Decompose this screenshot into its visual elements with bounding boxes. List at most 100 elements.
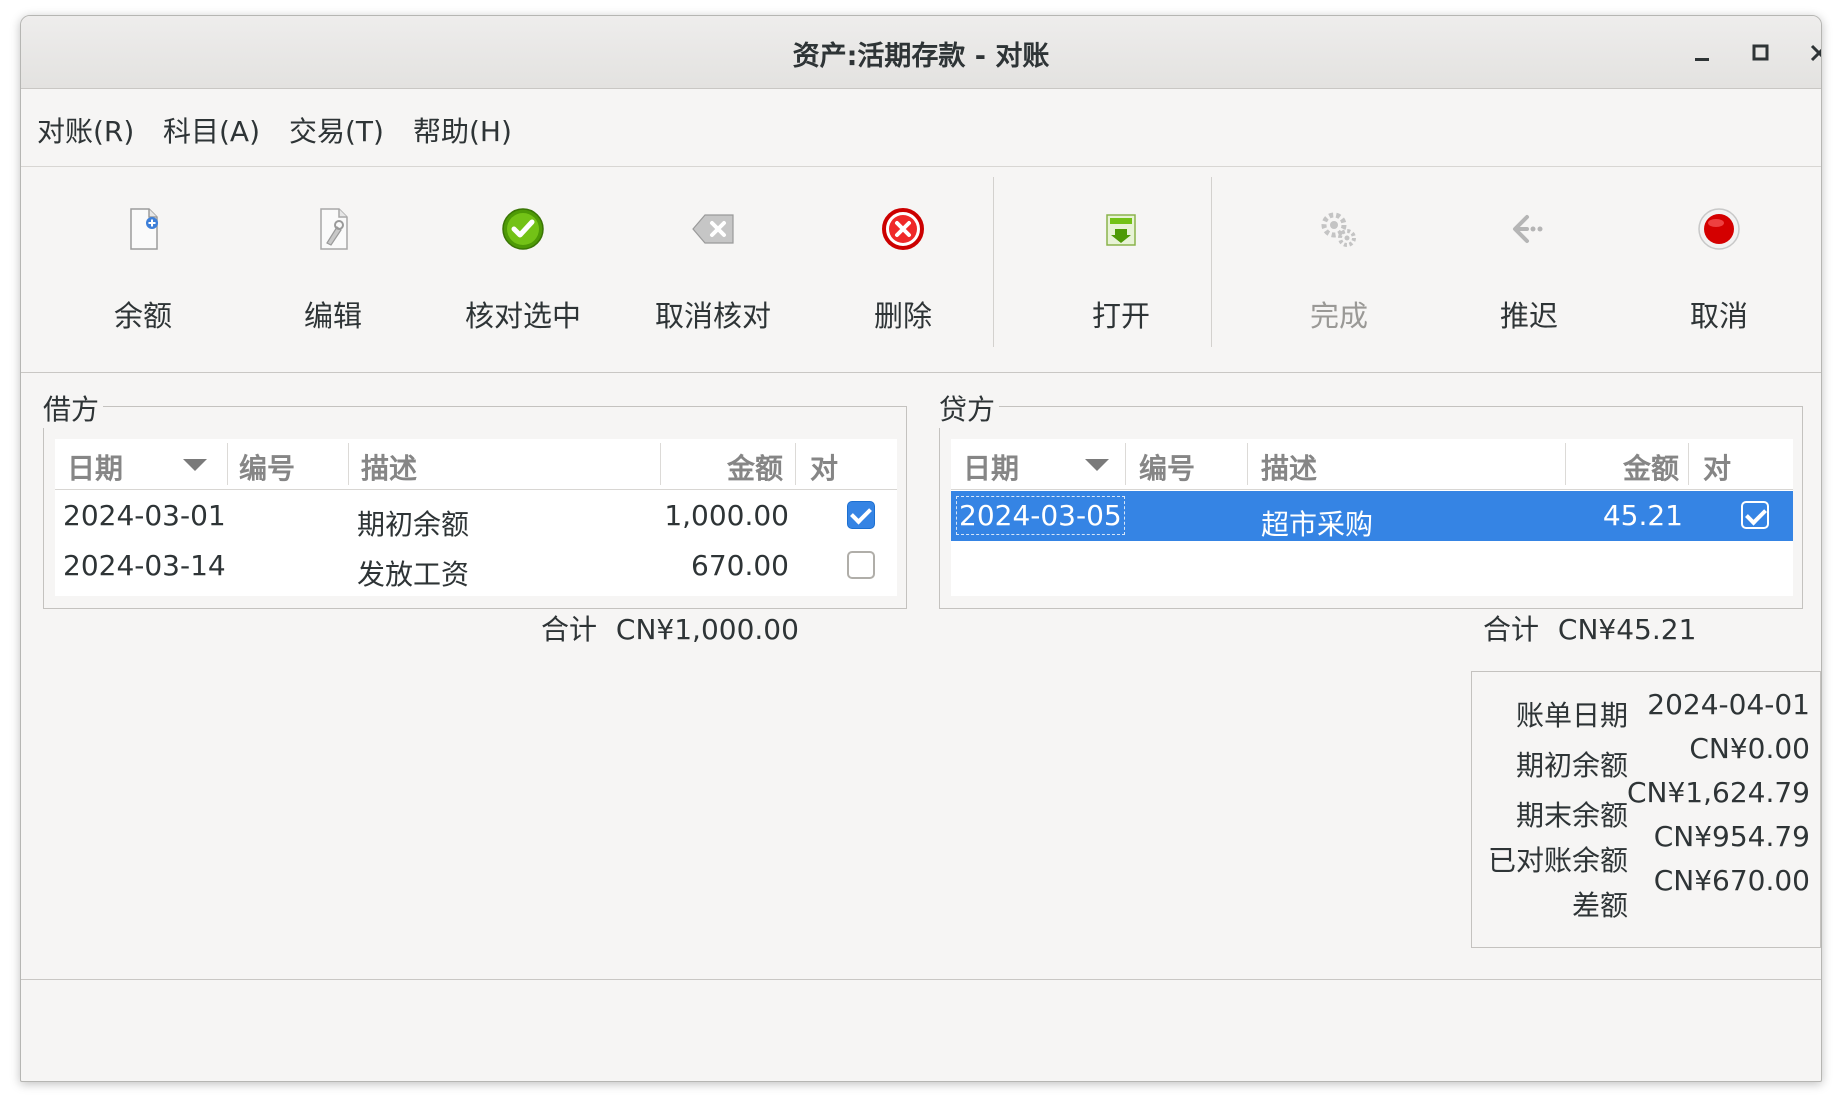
- credit-total-value: CN¥45.21: [1557, 613, 1697, 646]
- edit-label: 编辑: [303, 299, 362, 333]
- table-row[interactable]: 2024-03-05 超市采购 45.21: [951, 491, 1793, 541]
- maximize-icon: [1752, 44, 1769, 61]
- table-row[interactable]: 2024-03-01 期初余额 1,000.00: [55, 491, 897, 541]
- delete-button[interactable]: 删除: [808, 167, 998, 372]
- cell-date: 2024-03-05: [956, 496, 1125, 535]
- reconciled-balance-label: 已对账余额: [1487, 844, 1628, 877]
- cancel-stop-icon: [1698, 208, 1740, 250]
- column-header-num[interactable]: 编号: [1139, 447, 1195, 487]
- cell-amount: 45.21: [1602, 499, 1683, 532]
- column-divider: [1125, 443, 1126, 485]
- unreconcile-label: 取消核对: [654, 299, 771, 333]
- reconcile-check-icon: [502, 208, 544, 250]
- reconciled-checkbox[interactable]: [847, 501, 875, 529]
- cancel-label: 取消: [1689, 299, 1748, 333]
- cell-amount: 1,000.00: [664, 499, 789, 532]
- maximize-button[interactable]: [1744, 36, 1778, 70]
- column-divider: [1688, 443, 1689, 485]
- open-button[interactable]: 打开: [1026, 167, 1216, 372]
- toolbar-separator: [993, 177, 994, 347]
- open-label: 打开: [1091, 299, 1150, 333]
- column-header-amount[interactable]: 金额: [727, 447, 783, 487]
- close-button[interactable]: [1802, 36, 1821, 70]
- status-bar-divider: [21, 979, 1821, 980]
- sort-down-icon: [183, 459, 207, 471]
- title-bar[interactable]: 资产:活期存款 - 对账: [21, 16, 1821, 89]
- finish-gears-icon: [1321, 212, 1356, 247]
- credit-list[interactable]: 日期 编号 描述 金额 对 2024-03-05 超市采购 45.21: [951, 439, 1793, 596]
- unreconcile-button[interactable]: 取消核对: [618, 167, 808, 372]
- menu-bar: 对账(R) 科目(A) 交易(T) 帮助(H): [21, 88, 1821, 167]
- edit-button[interactable]: 编辑: [238, 167, 428, 372]
- menu-help[interactable]: 帮助(H): [413, 110, 512, 150]
- column-header-num[interactable]: 编号: [239, 447, 295, 487]
- balance-label: 余额: [113, 299, 172, 333]
- toolbar-separator: [1211, 177, 1212, 347]
- sort-down-icon: [1085, 459, 1109, 471]
- debit-header: 日期 编号 描述 金额 对: [55, 439, 897, 490]
- table-row[interactable]: 2024-03-14 发放工资 670.00: [55, 541, 897, 591]
- window-title: 资产:活期存款 - 对账: [792, 41, 1050, 72]
- menu-reconcile[interactable]: 对账(R): [37, 110, 134, 150]
- starting-balance-label: 期初余额: [1515, 749, 1628, 782]
- starting-balance-value: CN¥0.00: [1689, 732, 1810, 765]
- unreconcile-backspace-icon: [692, 214, 734, 244]
- toolbar: 余额 编辑 核对选中 取消核对 删除 打开 完成 推迟 取消: [21, 167, 1821, 373]
- column-divider: [227, 443, 228, 485]
- column-header-date[interactable]: 日期: [963, 447, 1019, 487]
- reconcile-summary: 账单日期 2024-04-01 期初余额 CN¥0.00 期末余额 CN¥1,6…: [1471, 671, 1821, 948]
- reconciled-balance-value: CN¥954.79: [1653, 820, 1810, 853]
- open-register-icon: [1106, 214, 1136, 246]
- credit-title: 贷方: [939, 388, 1000, 428]
- delete-icon: [882, 208, 924, 250]
- close-icon: [1810, 44, 1821, 62]
- reconcile-selection-button[interactable]: 核对选中: [428, 167, 618, 372]
- column-header-desc[interactable]: 描述: [361, 447, 417, 487]
- reconcile-selection-label: 核对选中: [464, 299, 581, 333]
- column-header-reconciled[interactable]: 对: [810, 447, 838, 487]
- reconciled-checkbox[interactable]: [1741, 501, 1769, 529]
- cell-desc: 期初余额: [357, 508, 470, 541]
- cell-desc: 超市采购: [1261, 508, 1374, 541]
- statement-date-value: 2024-04-01: [1647, 688, 1810, 721]
- debit-list[interactable]: 日期 编号 描述 金额 对 2024-03-01 期初余额 1,000.00 2…: [55, 439, 897, 596]
- postpone-icon: [1513, 215, 1543, 243]
- ending-balance-label: 期末余额: [1515, 799, 1628, 832]
- column-divider: [348, 443, 349, 485]
- debit-title: 借方: [43, 388, 104, 428]
- credit-total-label: 合计: [1483, 613, 1540, 646]
- ending-balance-value: CN¥1,624.79: [1627, 776, 1810, 809]
- difference-label: 差额: [1571, 889, 1628, 922]
- statement-date-label: 账单日期: [1515, 699, 1628, 732]
- minimize-icon: [1695, 58, 1709, 61]
- debit-total-label: 合计: [541, 613, 598, 646]
- cell-date: 2024-03-01: [63, 499, 226, 532]
- edit-icon: [320, 208, 348, 250]
- cell-date: 2024-03-14: [63, 549, 226, 582]
- cell-desc: 发放工资: [357, 558, 470, 591]
- delete-label: 删除: [873, 299, 932, 333]
- reconciled-checkbox[interactable]: [847, 551, 875, 579]
- minimize-button[interactable]: [1685, 36, 1719, 70]
- postpone-button[interactable]: 推迟: [1434, 167, 1624, 372]
- reconcile-window: 资产:活期存款 - 对账 对账(R) 科目(A) 交易(T) 帮助(H) 余额: [20, 15, 1822, 1082]
- balance-button[interactable]: 余额: [48, 167, 238, 372]
- column-divider: [660, 443, 661, 485]
- column-divider: [1247, 443, 1248, 485]
- column-header-desc[interactable]: 描述: [1261, 447, 1317, 487]
- finish-button[interactable]: 完成: [1244, 167, 1434, 372]
- menu-account[interactable]: 科目(A): [163, 110, 260, 150]
- postpone-label: 推迟: [1499, 299, 1558, 333]
- column-divider: [1565, 443, 1566, 485]
- column-header-amount[interactable]: 金额: [1623, 447, 1679, 487]
- new-balance-icon: [130, 208, 158, 250]
- credit-total: 合计 CN¥45.21: [1483, 608, 1696, 648]
- menu-transaction[interactable]: 交易(T): [289, 110, 384, 150]
- finish-label: 完成: [1309, 299, 1368, 333]
- debit-total: 合计 CN¥1,000.00: [541, 608, 799, 648]
- debit-total-value: CN¥1,000.00: [615, 613, 799, 646]
- column-header-date[interactable]: 日期: [67, 447, 123, 487]
- column-header-reconciled[interactable]: 对: [1703, 447, 1731, 487]
- credit-header: 日期 编号 描述 金额 对: [951, 439, 1793, 490]
- cancel-button[interactable]: 取消: [1624, 167, 1814, 372]
